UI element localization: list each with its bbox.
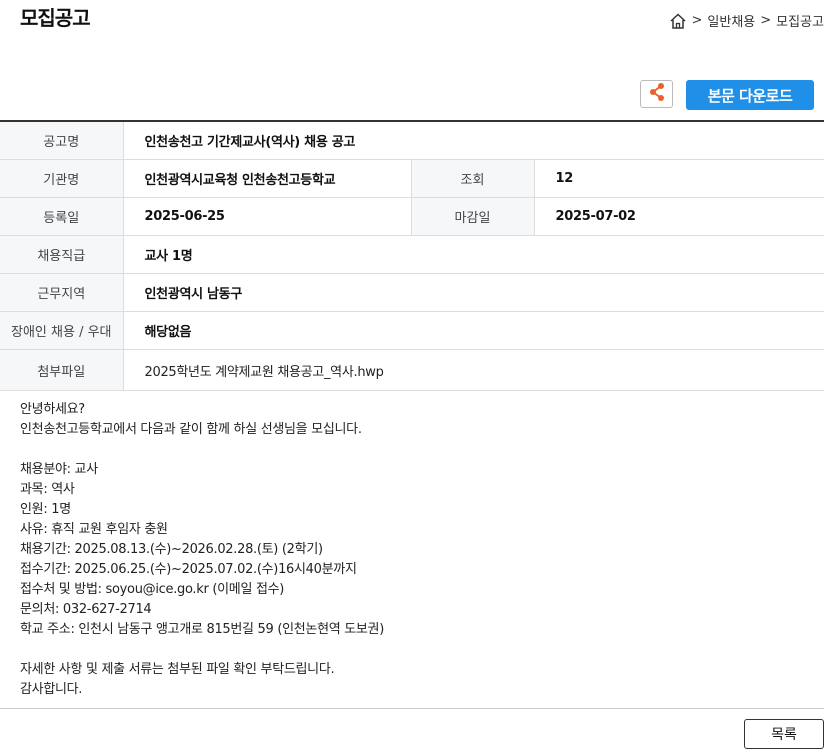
reg-date-value: 2025-06-25 [123,197,411,236]
deadline-value: 2025-07-02 [534,197,824,236]
toolbar: 본문 다운로드 [640,80,814,110]
breadcrumb-separator: > [760,13,772,28]
share-icon [648,82,666,106]
region-value: 인천광역시 남동구 [123,273,824,312]
views-label: 조회 [410,159,535,198]
table-row: 기관명 인천광역시교육청 인천송천고등학교 조회 12 [0,159,824,198]
body-line-blank [20,640,384,660]
body-line: 인원: 1명 [20,502,71,517]
body-line: 채용분야: 교사 [20,462,98,477]
table-row: 첨부파일 2025학년도 계약제교원 채용공고_역사.hwp [0,349,824,391]
table-row: 장애인 채용 / 우대 해당없음 [0,311,824,350]
body-line: 접수기간: 2025.06.25.(수)~2025.07.02.(수)16시40… [20,562,357,577]
disabled-hiring-value: 해당없음 [123,311,824,350]
region-label: 근무지역 [0,273,124,312]
title-value: 인천송천고 기간제교사(역사) 채용 공고 [123,121,824,160]
body-line-blank [20,440,384,460]
page-title: 모집공고 [20,6,91,30]
breadcrumb-separator: > [691,13,703,28]
list-button[interactable]: 목록 [744,719,824,749]
position-label: 채용직급 [0,235,124,274]
body-line: 안녕하세요? [20,402,85,417]
breadcrumb: > 일반채용 > 모집공고 [669,11,824,30]
table-row: 채용직급 교사 1명 [0,235,824,274]
divider [0,708,824,709]
share-button[interactable] [640,80,673,108]
position-value: 교사 1명 [123,235,824,274]
body-line: 문의처: 032-627-2714 [20,602,152,617]
attachment-link[interactable]: 2025학년도 계약제교원 채용공고_역사.hwp [123,349,824,391]
body-line: 감사합니다. [20,682,83,697]
breadcrumb-item-recruitment[interactable]: 모집공고 [776,11,824,30]
table-row: 공고명 인천송천고 기간제교사(역사) 채용 공고 [0,121,824,160]
home-icon[interactable] [669,12,687,30]
views-value: 12 [534,159,824,198]
posting-info-table: 공고명 인천송천고 기간제교사(역사) 채용 공고 기관명 인천광역시교육청 인… [0,120,824,391]
download-body-button[interactable]: 본문 다운로드 [686,80,814,110]
body-line: 사유: 휴직 교원 후임자 충원 [20,522,168,537]
title-label: 공고명 [0,121,124,160]
attachment-label: 첨부파일 [0,349,124,391]
disabled-hiring-label: 장애인 채용 / 우대 [0,311,124,350]
deadline-label: 마감일 [410,197,535,236]
body-line: 인천송천고등학교에서 다음과 같이 함께 하실 선생님을 모십니다. [20,422,362,437]
breadcrumb-item-general-hiring[interactable]: 일반채용 [707,11,755,30]
body-line: 채용기간: 2025.08.13.(수)~2026.02.28.(토) (2학기… [20,542,323,557]
body-line: 과목: 역사 [20,482,75,497]
body-line: 접수처 및 방법: soyou@ice.go.kr (이메일 접수) [20,582,285,597]
org-value: 인천광역시교육청 인천송천고등학교 [123,159,411,198]
reg-date-label: 등록일 [0,197,124,236]
org-label: 기관명 [0,159,124,198]
body-line: 자세한 사항 및 제출 서류는 첨부된 파일 확인 부탁드립니다. [20,662,335,677]
posting-body: 안녕하세요? 인천송천고등학교에서 다음과 같이 함께 하실 선생님을 모십니다… [20,400,384,700]
table-row: 근무지역 인천광역시 남동구 [0,273,824,312]
body-line: 학교 주소: 인천시 남동구 앵고개로 815번길 59 (인천논현역 도보권) [20,622,384,637]
table-row: 등록일 2025-06-25 마감일 2025-07-02 [0,197,824,236]
